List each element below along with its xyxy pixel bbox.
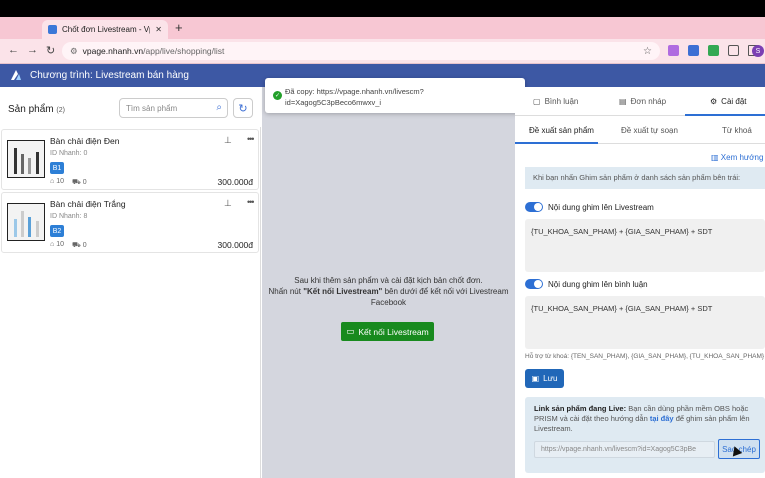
product-code-badge: B2 [50,225,64,237]
back-icon[interactable]: ← [8,44,19,56]
profile-avatar[interactable]: S [752,45,764,57]
product-search-placeholder: Tìm sản phẩm [126,103,178,113]
product-stats: ⌂ 10 ⛟ 0 [50,178,87,187]
app-logo-icon [11,70,21,80]
draft-icon: ▤ [619,97,627,106]
favicon-icon [48,25,57,34]
product-code-badge: B1 [50,162,64,174]
save-icon: ▣ [531,374,540,383]
bookmark-star-icon[interactable]: ☆ [643,46,652,57]
search-icon[interactable]: ⌕ [216,102,222,113]
settings-subtabs: Đề xuất sản phẩm Đề xuất tự soạn Từ khoá [515,116,765,144]
extension-icon[interactable] [708,45,719,56]
instruction-line: Facebook [370,298,407,307]
browser-tab-title: Chốt đơn Livestream - Vpage [62,25,150,34]
pin-livestream-content-field[interactable]: {TU_KHOA_SAN_PHAM} + {GIA_SAN_PHAM} + SD… [525,219,765,272]
save-label: Lưu [543,374,558,383]
forward-icon[interactable]: → [27,44,38,56]
pin-comment-content-field[interactable]: {TU_KHOA_SAN_PHAM} + {GIA_SAN_PHAM} + SD… [525,296,765,349]
toggle-pin-livestream-row: Nội dung ghim lên Livestream [525,202,654,212]
site-info-icon[interactable]: ⚙ [70,46,78,57]
copy-toast: ✓ Đã copy: https://vpage.nhanh.vn/livesc… [265,78,525,113]
guide-link[interactable]: ▥ Xem hướng [711,153,763,162]
browser-tab[interactable]: Chốt đơn Livestream - Vpage ✕ [42,20,168,39]
tab-comments[interactable]: ▢ Bình luận [533,97,578,106]
right-tabs: ▢ Bình luận ▤ Đơn nháp ⚙ Cài đặt [515,87,765,116]
tab-drafts[interactable]: ▤ Đơn nháp [619,97,666,106]
product-views: ⌂ 10 [50,241,64,248]
product-stats: ⌂ 10 ⛟ 0 [50,241,87,250]
product-panel-title: Sản phẩm (2) [8,104,65,115]
success-check-icon: ✓ [273,91,282,100]
product-name: Bàn chải điện Trắng [50,199,126,209]
guide-here-link[interactable]: tại đây [650,414,674,423]
toggle-pin-comment-row: Nội dung ghim lên bình luận [525,279,648,289]
product-count: (2) [56,107,65,114]
supported-keywords: Hỗ trợ từ khoá: {TEN_SAN_PHAM}, {GIA_SAN… [525,353,765,360]
product-image [7,203,45,241]
save-button[interactable]: ▣ Lưu [525,369,564,388]
instruction-line: Sau khi thêm sản phẩm và cài đặt kịch bả… [294,276,483,285]
pin-livestream-toggle[interactable] [525,202,543,212]
gear-icon: ⚙ [710,97,718,106]
tab-settings[interactable]: ⚙ Cài đặt [710,97,747,106]
refresh-button[interactable]: ↻ [233,98,253,118]
product-id: ID Nhanh: 8 [50,213,88,220]
product-panel-header: Sản phẩm (2) Tìm sản phẩm ⌕ ↻ [0,87,261,127]
live-link-description: Link sản phẩm đang Live: Bạn cần dùng ph… [534,404,750,433]
extensions-puzzle-icon[interactable] [728,45,739,56]
pin-icon[interactable]: ⊥ [224,135,232,146]
product-carts: ⛟ 0 [71,242,87,249]
live-link-input[interactable]: https://vpage.nhanh.vn/livescm?id=Xagog5… [534,441,715,458]
live-link-box: Link sản phẩm đang Live: Bạn cần dùng ph… [525,397,765,473]
product-views: ⌂ 10 [50,178,64,185]
pin-icon[interactable]: ⊥ [224,198,232,209]
url-host: vpage.nhanh.vn [82,46,144,56]
active-subtab-indicator [515,142,598,144]
close-tab-icon[interactable]: ✕ [155,25,162,34]
connect-instructions: Sau khi thêm sản phẩm và cài đặt kịch bả… [262,275,515,308]
screen-top-bar [0,0,765,17]
refresh-icon: ↻ [238,102,248,115]
more-icon[interactable]: ••• [247,197,255,207]
subtab-suggest-custom[interactable]: Đề xuất tự soạn [621,126,678,135]
settings-panel: ▢ Bình luận ▤ Đơn nháp ⚙ Cài đặt Đề xuất sả… [515,87,765,478]
subtab-keywords[interactable]: Từ khoá [722,126,752,135]
livestream-preview-area: Sau khi thêm sản phẩm và cài đặt kịch bả… [262,87,515,478]
pin-comment-toggle[interactable] [525,279,543,289]
product-panel-title-text: Sản phẩm [8,104,54,115]
app-title: Chương trình: Livestream bán hàng [30,70,189,81]
product-search-input[interactable]: Tìm sản phẩm ⌕ [119,98,228,118]
product-item[interactable]: Bàn chải điện Trắng ID Nhanh: 8 B2 ⌂ 10 … [1,192,259,253]
instruction-line: Nhấn nút "Kết nối Livestream" bên dưới đ… [268,287,509,296]
book-icon: ▥ [711,153,719,162]
product-id: ID Nhanh: 0 [50,150,88,157]
product-image [7,140,45,178]
comment-icon: ▢ [533,97,541,106]
subtab-suggest-products[interactable]: Đề xuất sản phẩm [529,126,594,135]
new-tab-button[interactable]: + [175,20,183,35]
video-camera-icon: ▭ [346,326,355,336]
product-name: Bàn chải điện Đen [50,136,120,146]
extension-icon[interactable] [668,45,679,56]
connect-livestream-label: Kết nối Livestream [358,326,429,337]
product-panel: Sản phẩm (2) Tìm sản phẩm ⌕ ↻ Bàn chải đ… [0,87,261,478]
product-price: 300.000đ [217,240,253,250]
connect-livestream-button[interactable]: ▭ Kết nối Livestream [341,322,434,341]
reload-icon[interactable]: ↻ [46,44,55,57]
url-path: /app/live/shopping/list [143,46,225,56]
toast-message: Đã copy: https://vpage.nhanh.vn/livescm?… [285,87,424,107]
product-item[interactable]: Bàn chải điện Đen ID Nhanh: 0 B1 ⌂ 10 ⛟ … [1,129,259,190]
browser-address-bar: ← → ↻ ⚙ vpage.nhanh.vn /app/live/shoppin… [0,39,765,64]
pin-livestream-label: Nội dung ghim lên Livestream [548,202,654,212]
url-field[interactable]: ⚙ vpage.nhanh.vn /app/live/shopping/list… [62,42,660,60]
extension-icons [668,45,759,56]
product-carts: ⛟ 0 [71,179,87,186]
pin-comment-label: Nội dung ghim lên bình luận [548,279,648,289]
extension-icon[interactable] [688,45,699,56]
product-price: 300.000đ [217,177,253,187]
browser-tab-strip: Chốt đơn Livestream - Vpage ✕ + [0,17,765,39]
pin-hint: Khi bạn nhấn Ghim sản phẩm ở danh sách s… [525,167,765,189]
more-icon[interactable]: ••• [247,134,255,144]
